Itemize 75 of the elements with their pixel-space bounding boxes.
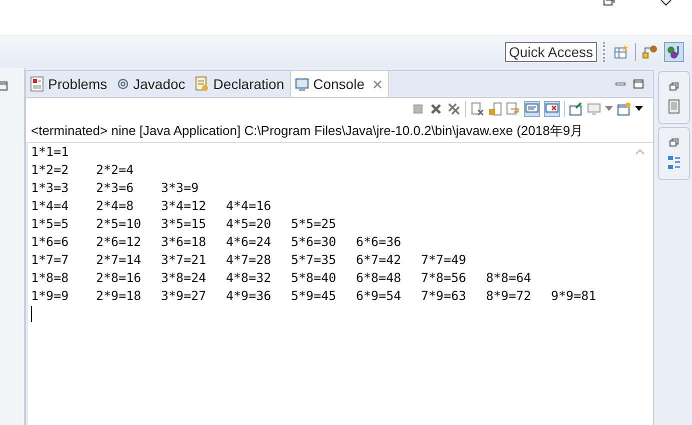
console-output: 2*8=16 [96, 269, 142, 287]
console-output: 4*7=28 [226, 251, 272, 269]
new-console-icon[interactable] [617, 102, 631, 116]
console-output: 1*3=3 [31, 179, 70, 197]
console-output: 3*9=27 [161, 287, 208, 305]
remove-all-icon[interactable] [447, 102, 461, 116]
text-cursor [31, 306, 32, 322]
console-output: 3*8=24 [161, 269, 208, 287]
console-output: 1*8=8 [31, 269, 70, 287]
console-header: <terminated> nine [Java Application] C:\Program Files\Java\jre-10.0.2\bin\javaw.exe (2018年9月 [30, 122, 584, 140]
console-output: 2*7=14 [96, 251, 142, 269]
console-output: 6*9=54 [356, 287, 402, 305]
console-output: 3*6=18 [161, 233, 208, 251]
console-output: 2*9=18 [96, 287, 142, 305]
quick-access-field[interactable]: Quick Access [504, 42, 597, 62]
console-output: 2*4=8 [96, 197, 135, 215]
document-icon[interactable] [668, 99, 680, 115]
console-output: 8*8=64 [486, 269, 532, 287]
console-output: 4*8=32 [226, 269, 272, 287]
console-output: 4*6=24 [226, 233, 272, 251]
console-output: 1*1=1 [31, 143, 70, 161]
console-output: 1*4=4 [31, 197, 70, 215]
word-wrap-icon[interactable] [506, 102, 520, 116]
console-output: 4*9=36 [226, 287, 272, 305]
console-output: 5*6=30 [291, 233, 338, 251]
maximize-icon[interactable] [633, 79, 645, 89]
console-output: 9*9=81 [551, 287, 598, 305]
console-output: 7*7=49 [421, 251, 468, 269]
restore-icon[interactable] [669, 82, 679, 91]
view-tab[interactable]: Declaration [191, 71, 290, 97]
new-perspective-icon[interactable] [613, 44, 629, 60]
console-output: 6*7=42 [356, 251, 402, 269]
console-output: 1*5=5 [31, 215, 70, 233]
dropdown-icon[interactable] [635, 106, 643, 112]
problems-icon [30, 76, 44, 92]
console-output: 4*5=20 [226, 215, 272, 233]
scroll-lock-icon[interactable] [488, 102, 502, 116]
view-tab[interactable]: Problems [26, 71, 114, 97]
view-tab[interactable]: Javadoc [113, 71, 192, 97]
stop-icon[interactable] [411, 102, 425, 116]
console-output: 5*5=25 [291, 215, 338, 233]
console-output: 7*8=56 [421, 269, 468, 287]
console-output: 3*5=15 [161, 215, 208, 233]
clear-console-icon[interactable] [470, 102, 484, 116]
remove-icon[interactable] [429, 102, 443, 116]
hierarchy-icon[interactable] [642, 44, 658, 60]
console-output: 1*6=6 [31, 233, 70, 251]
console-output: 5*7=35 [291, 251, 338, 269]
display-icon[interactable] [587, 102, 601, 116]
declaration-icon [195, 76, 210, 92]
console-icon [295, 77, 310, 91]
console-output: 7*9=63 [421, 287, 468, 305]
console-output: 8*9=72 [486, 287, 532, 305]
restore-icon[interactable] [669, 138, 679, 147]
console-output: 1*7=7 [31, 251, 70, 269]
console-output: 5*9=45 [291, 287, 338, 305]
console-output: 1*9=9 [31, 287, 70, 305]
view-tab[interactable]: Console [290, 71, 388, 97]
restore-icon[interactable] [603, 0, 615, 7]
console-output: 3*3=9 [161, 179, 200, 197]
maximize-icon[interactable] [0, 81, 8, 91]
pin-icon[interactable] [569, 102, 583, 116]
console-output: 2*2=4 [96, 161, 135, 179]
java-perspective-icon[interactable] [666, 44, 682, 60]
console-output: 3*4=12 [161, 197, 208, 215]
console-output: 3*7=21 [161, 251, 208, 269]
console-output: 4*4=16 [226, 197, 272, 215]
console-output: 5*8=40 [291, 269, 338, 287]
console-output: 2*6=12 [96, 233, 142, 251]
outline-icon[interactable] [667, 155, 681, 171]
console-output: 2*5=10 [96, 215, 142, 233]
console-output: 1*2=2 [31, 161, 70, 179]
console-output: 2*3=6 [96, 179, 135, 197]
console-output: 6*6=36 [356, 233, 402, 251]
console-output: 6*8=48 [356, 269, 402, 287]
